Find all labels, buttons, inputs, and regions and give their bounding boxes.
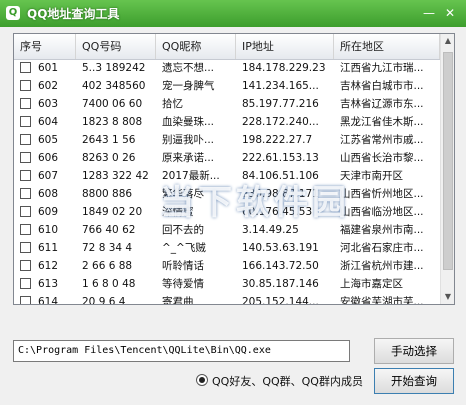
table-cell: 222.61.153.13 <box>242 152 319 164</box>
table-cell: 河北省石家庄市... <box>340 242 424 254</box>
table-cell: 黑龙江省佳木斯... <box>340 116 424 128</box>
table-cell: 228.172.240... <box>242 116 319 128</box>
table-cell: 20 9 6 4 <box>82 296 126 305</box>
table-cell: 184.178.229.23 <box>242 62 326 74</box>
title-bar: Q QQ地址查询工具 — ✕ <box>0 0 466 27</box>
qq-path-input[interactable]: C:\Program Files\Tencent\QQLite\Bin\QQ.e… <box>13 340 350 362</box>
table-row[interactable]: 604 1823 8 808 血染曼珠... 228.172.240... 黑龙江省佳木… <box>14 113 440 131</box>
table-cell: 5..3 189242 <box>82 62 146 74</box>
table-row[interactable]: 602 402 348560 宠一身脾气 141.234.165... 吉林省白城市市.… <box>14 77 440 95</box>
column-header-qq-number[interactable]: QQ号码 <box>76 34 156 59</box>
table-cell: 166.143.72.50 <box>242 260 319 272</box>
minimize-button[interactable]: — <box>421 6 437 20</box>
table-cell: 别逼我卟... <box>162 134 215 146</box>
table-row[interactable]: 612 2 66 6 88 听聆情话 166.143.72.50 浙江省杭州市建... <box>14 257 440 275</box>
table-cell: 8800 886 <box>82 188 133 200</box>
table-cell: 606 <box>38 152 59 164</box>
radio-label: QQ好友、QQ群、QQ群内成员 <box>212 375 363 388</box>
table-cell: 安徽省芜湖市芜... <box>340 296 424 305</box>
table-cell: 上海市嘉定区 <box>340 278 403 290</box>
table-cell: 30.85.187.146 <box>242 278 319 290</box>
watermark: 当下软件园 <box>160 183 350 223</box>
table-cell: 原来承诺... <box>162 152 215 164</box>
table-cell: 1283 322 42 <box>82 170 149 182</box>
table-cell: 613 <box>38 278 59 290</box>
scroll-thumb[interactable] <box>443 52 453 270</box>
table-cell: 拾忆 <box>162 98 183 110</box>
table-cell: 140.53.63.191 <box>242 242 319 254</box>
column-header-region[interactable]: 所在地区 <box>334 34 440 59</box>
table-cell: 江西省九江市瑞... <box>340 62 424 74</box>
table-cell: 2 66 6 88 <box>82 260 133 272</box>
table-cell: 吉林省白城市市... <box>340 80 424 92</box>
table-cell: 605 <box>38 134 59 146</box>
table-cell: 205.152.144... <box>242 296 319 305</box>
table-cell: 611 <box>38 242 59 254</box>
table-cell: 血染曼珠... <box>162 116 215 128</box>
table-cell: 72 8 34 4 <box>82 242 133 254</box>
table-cell: 604 <box>38 116 59 128</box>
table-cell: 宠一身脾气 <box>162 80 215 92</box>
table-cell: 江苏省常州市戚... <box>340 134 424 146</box>
table-cell: 听聆情话 <box>162 260 204 272</box>
table-cell: 7400 06 60 <box>82 98 143 110</box>
table-cell: 402 348560 <box>82 80 146 92</box>
column-header-ip[interactable]: IP地址 <box>236 34 334 59</box>
table-row[interactable]: 614 20 9 6 4 寄君曲 205.152.144... 安徽省芜湖市芜... <box>14 293 440 305</box>
table-cell: 602 <box>38 80 59 92</box>
table-cell: 85.197.77.216 <box>242 98 319 110</box>
table-cell: 614 <box>38 296 59 305</box>
table-cell: 609 <box>38 206 59 218</box>
table-cell: 1823 8 808 <box>82 116 143 128</box>
table-cell: 141.234.165... <box>242 80 319 92</box>
table-cell: 612 <box>38 260 59 272</box>
radio-friends-groups[interactable] <box>196 374 208 386</box>
start-query-button[interactable]: 开始查询 <box>374 368 454 394</box>
vertical-scrollbar[interactable]: ▲ ▼ <box>440 34 454 304</box>
table-cell: 8263 0 26 <box>82 152 136 164</box>
table-cell: 1 6 8 0 48 <box>82 278 136 290</box>
close-button[interactable]: ✕ <box>442 6 458 20</box>
table-cell: 607 <box>38 170 59 182</box>
table-cell: 1849 02 20 <box>82 206 143 218</box>
table-row[interactable]: 606 8263 0 26 原来承诺... 222.61.153.13 山西省长治市黎.… <box>14 149 440 167</box>
table-row[interactable]: 601 5..3 189242 遗忘不想... 184.178.229.23 江西省九江… <box>14 59 440 77</box>
table-row[interactable]: 605 2643 1 56 别逼我卟... 198.222.27.7 江苏省常州市戚..… <box>14 131 440 149</box>
table-cell: 等待爱情 <box>162 278 204 290</box>
table-cell: 766 40 62 <box>82 224 136 236</box>
table-cell: 603 <box>38 98 59 110</box>
table-row[interactable]: 603 7400 06 60 拾忆 85.197.77.216 吉林省辽源市东... <box>14 95 440 113</box>
table-cell: 遗忘不想... <box>162 62 215 74</box>
scroll-up-icon[interactable]: ▲ <box>441 34 454 48</box>
table-cell: 608 <box>38 188 59 200</box>
app-window: Q QQ地址查询工具 — ✕ 序号 QQ号码 QQ昵称 IP地址 所在地区 60… <box>0 0 466 405</box>
window-title: QQ地址查询工具 <box>27 7 120 21</box>
table-cell: ^_^飞贼 <box>162 242 206 254</box>
table-row[interactable]: 611 72 8 34 4 ^_^飞贼 140.53.63.191 河北省石家庄市... <box>14 239 440 257</box>
table-cell: 浙江省杭州市建... <box>340 260 424 272</box>
scroll-down-icon[interactable]: ▼ <box>441 290 454 304</box>
table-row[interactable]: 613 1 6 8 0 48 等待爱情 30.85.187.146 上海市嘉定区 <box>14 275 440 293</box>
table-cell: 山西省长治市黎... <box>340 152 424 164</box>
table-cell: 寄君曲 <box>162 296 194 305</box>
column-header-index[interactable]: 序号 <box>14 34 76 59</box>
manual-select-button[interactable]: 手动选择 <box>374 338 454 364</box>
table-cell: 601 <box>38 62 59 74</box>
results-table: 序号 QQ号码 QQ昵称 IP地址 所在地区 601 5..3 189242 遗忘不… <box>13 33 455 305</box>
table-cell: 2643 1 56 <box>82 134 136 146</box>
qq-icon: Q <box>6 6 20 20</box>
table-cell: 610 <box>38 224 59 236</box>
table-cell: 吉林省辽源市东... <box>340 98 424 110</box>
table-cell: 198.222.27.7 <box>242 134 313 146</box>
table-header: 序号 QQ号码 QQ昵称 IP地址 所在地区 <box>14 34 440 60</box>
column-header-nickname[interactable]: QQ昵称 <box>156 34 236 59</box>
